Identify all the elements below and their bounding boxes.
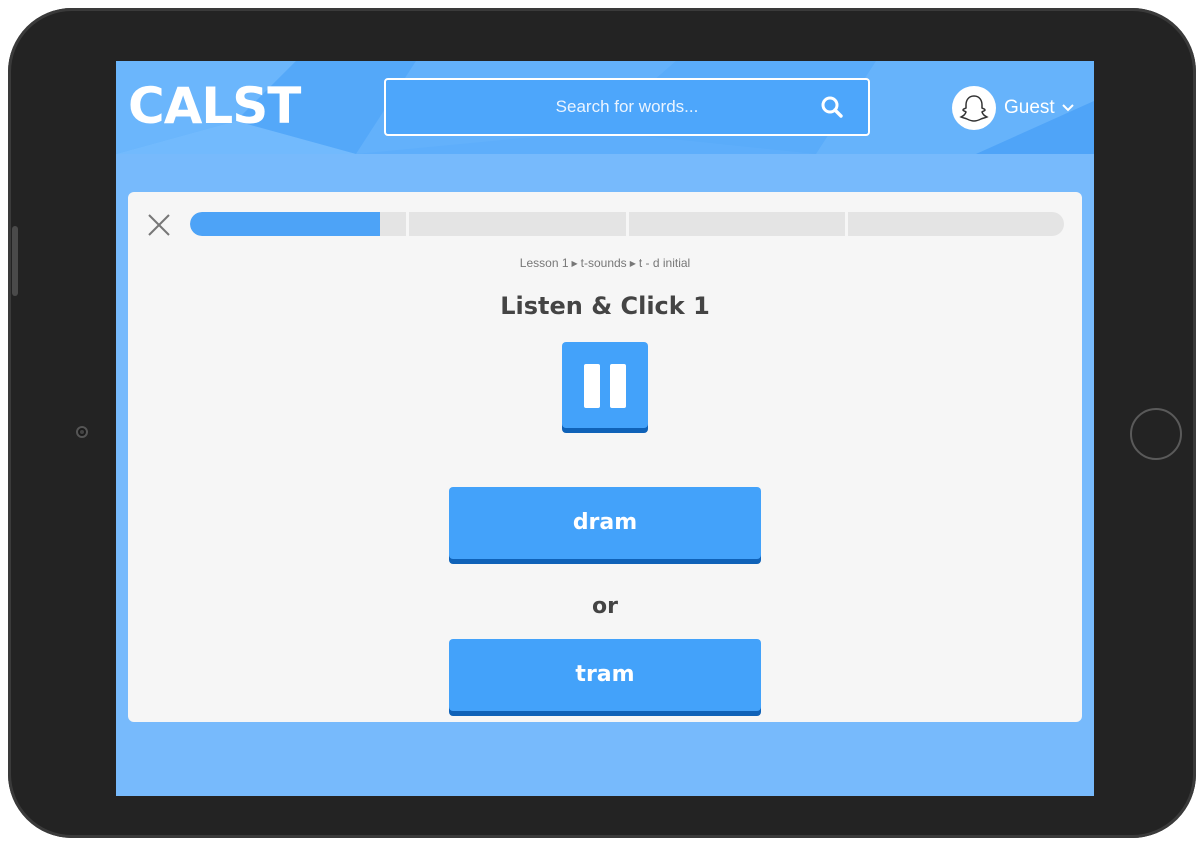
exercise-card: Lesson 1 ▶ t-sounds ▶ t - d initial Listen &…	[128, 192, 1082, 722]
breadcrumb-item-exercise: t - d initial	[638, 256, 691, 270]
choice-button-2[interactable]: tram	[449, 639, 761, 711]
breadcrumb-separator-icon: ▶	[629, 259, 636, 268]
search-input[interactable]: Search for words...	[386, 80, 828, 134]
home-button[interactable]	[1130, 408, 1182, 460]
progress-fill	[190, 212, 381, 236]
user-name[interactable]: Guest	[1004, 97, 1055, 119]
progress-bar	[190, 212, 1064, 236]
ghost-icon	[959, 95, 989, 122]
exercise-title: Listen & Click 1	[500, 292, 710, 320]
user-menu[interactable]: Guest	[952, 85, 1075, 131]
avatar[interactable]	[952, 86, 996, 130]
choice-button-1[interactable]: dram	[449, 487, 761, 559]
breadcrumb: Lesson 1 ▶ t-sounds ▶ t - d initial	[128, 256, 1082, 270]
camera-icon	[76, 426, 88, 438]
close-icon[interactable]	[146, 212, 172, 238]
app-logo[interactable]: CALST	[128, 75, 301, 137]
pause-icon	[610, 364, 626, 408]
pause-icon	[584, 364, 600, 408]
chevron-down-icon[interactable]	[1061, 101, 1075, 115]
breadcrumb-separator-icon: ▶	[571, 259, 578, 268]
app-screen: CALST Search for words... Guest Lesson 1…	[116, 61, 1094, 796]
search-bar[interactable]: Search for words...	[384, 78, 870, 136]
progress-segment	[409, 212, 626, 236]
tablet-side-button	[12, 226, 18, 296]
pause-button[interactable]	[562, 342, 648, 428]
progress-segment	[190, 212, 407, 236]
or-label: or	[592, 594, 618, 619]
app-header: CALST Search for words... Guest	[116, 61, 1094, 154]
search-icon[interactable]	[820, 95, 844, 119]
breadcrumb-item-lesson[interactable]: Lesson 1	[520, 256, 569, 270]
progress-segment	[847, 212, 1064, 236]
breadcrumb-item-topic[interactable]: t-sounds	[581, 256, 627, 270]
progress-segment	[628, 212, 845, 236]
